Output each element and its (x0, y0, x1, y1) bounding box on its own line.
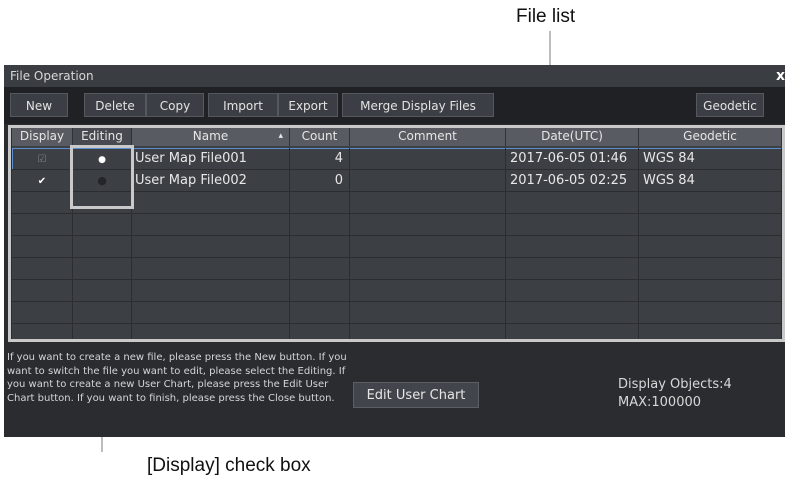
window-title: File Operation (10, 69, 94, 83)
editing-column-frame (70, 145, 134, 209)
close-icon[interactable]: x (776, 65, 785, 87)
info-panel: If you want to create a new file, please… (4, 345, 785, 437)
geodetic-button[interactable]: Geodetic (696, 93, 764, 117)
export-button[interactable]: Export (278, 93, 338, 117)
display-objects-count: Display Objects:4 (618, 377, 732, 392)
display-checkbox-callout: [Display] check box (147, 455, 311, 476)
title-bar: File Operation x (4, 65, 785, 87)
file-operation-window: File Operation x New Delete Copy Import … (4, 65, 785, 437)
new-button[interactable]: New (10, 93, 68, 117)
max-objects: MAX:100000 (618, 395, 702, 410)
delete-button[interactable]: Delete (84, 93, 146, 117)
toolbar: New Delete Copy Import Export Merge Disp… (4, 87, 785, 124)
import-button[interactable]: Import (208, 93, 278, 117)
merge-display-files-button[interactable]: Merge Display Files (342, 93, 494, 117)
file-list-callout: File list (516, 6, 576, 27)
help-text: If you want to create a new file, please… (7, 352, 347, 404)
copy-button[interactable]: Copy (146, 93, 204, 117)
edit-user-chart-button[interactable]: Edit User Chart (353, 382, 479, 408)
